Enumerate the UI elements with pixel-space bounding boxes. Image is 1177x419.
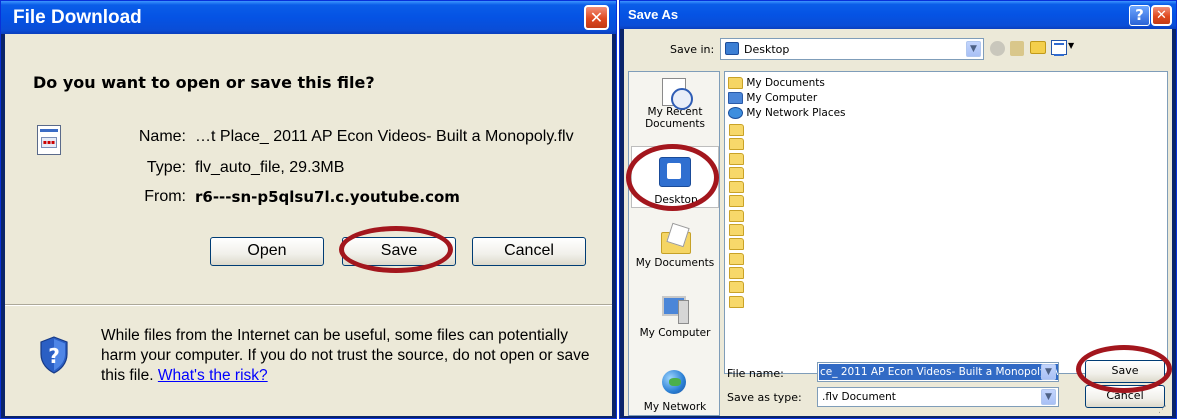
folder-icon[interactable] xyxy=(729,209,744,222)
save-as-type-value: .flv Document xyxy=(822,391,896,403)
folder-icon[interactable] xyxy=(729,138,744,151)
folder-icon[interactable] xyxy=(729,281,744,294)
folder-icon[interactable] xyxy=(729,181,744,194)
new-folder-icon[interactable] xyxy=(1030,41,1046,54)
place-label: My Documents xyxy=(635,257,715,269)
list-item[interactable]: My Documents xyxy=(728,77,825,91)
places-bar: My Recent Documents Desktop My Documents xyxy=(628,71,720,416)
resize-grip-icon[interactable]: ⋰ xyxy=(1158,405,1167,415)
my-documents-icon xyxy=(728,77,743,89)
list-item-label: My Documents xyxy=(746,77,825,89)
folder-icon[interactable] xyxy=(729,124,744,136)
help-icon[interactable]: ? xyxy=(1129,5,1150,26)
save-as-save-button[interactable]: Save xyxy=(1085,360,1165,383)
file-name-label: File name: xyxy=(727,367,784,380)
my-network-icon xyxy=(660,368,690,398)
list-item[interactable]: My Network Places xyxy=(728,107,846,121)
save-as-title: Save As xyxy=(628,7,679,22)
place-label: My Recent Documents xyxy=(645,106,705,130)
type-label: Type: xyxy=(146,159,186,176)
save-as-body: Save in: Desktop ▼ ▼ My Recent Documents xyxy=(624,29,1172,416)
desktop-place-icon xyxy=(659,157,691,187)
back-icon[interactable] xyxy=(990,41,1005,56)
file-download-titlebar[interactable]: File Download ✕ xyxy=(1,1,616,34)
file-list[interactable]: My Documents My Computer My Network Plac… xyxy=(724,71,1168,374)
up-folder-icon[interactable] xyxy=(1010,41,1024,56)
views-menu-icon[interactable] xyxy=(1051,40,1067,56)
recent-documents-icon xyxy=(659,76,693,110)
chevron-down-icon[interactable]: ▼ xyxy=(966,41,981,57)
close-icon[interactable]: ✕ xyxy=(1151,5,1172,26)
save-button[interactable]: Save xyxy=(342,237,456,266)
source-url-value: r6---sn-p5qlsu7l.c.youtube.com xyxy=(195,188,460,206)
folder-icon[interactable] xyxy=(729,224,744,237)
file-name-value: …t Place_ 2011 AP Econ Videos- Built a M… xyxy=(195,128,574,145)
list-item-label: My Network Places xyxy=(746,107,846,119)
my-computer-icon xyxy=(728,92,743,104)
my-documents-icon xyxy=(660,222,691,254)
download-question: Do you want to open or save this file? xyxy=(33,73,375,92)
from-label: From: xyxy=(144,188,186,205)
save-as-titlebar[interactable]: Save As ? ✕ xyxy=(620,1,1176,29)
folder-icon[interactable] xyxy=(729,152,744,165)
folder-icon[interactable] xyxy=(729,238,744,251)
place-my-network[interactable]: My Network xyxy=(631,368,719,413)
place-label: My Network xyxy=(643,401,707,413)
folder-icon[interactable] xyxy=(729,295,744,308)
file-type-icon: ▪▪▪ xyxy=(37,125,61,155)
cancel-button[interactable]: Cancel xyxy=(472,237,586,266)
file-download-dialog: File Download ✕ Do you want to open or s… xyxy=(0,0,617,419)
desktop-icon xyxy=(725,42,739,55)
my-computer-icon xyxy=(660,294,690,324)
separator-highlight xyxy=(5,305,612,306)
open-button[interactable]: Open xyxy=(210,237,324,266)
place-my-computer[interactable]: My Computer xyxy=(631,294,719,339)
place-my-recent-documents[interactable]: My Recent Documents xyxy=(631,76,719,130)
place-desktop[interactable]: Desktop xyxy=(631,146,719,208)
security-warning: While files from the Internet can be use… xyxy=(101,326,601,386)
svg-text:?: ? xyxy=(48,344,60,368)
chevron-down-icon[interactable]: ▼ xyxy=(1041,389,1056,405)
place-label: Desktop xyxy=(654,194,698,206)
close-icon[interactable]: ✕ xyxy=(584,5,609,30)
folder-icon[interactable] xyxy=(729,266,744,279)
name-label: Name: xyxy=(138,128,186,145)
folder-column xyxy=(729,124,745,310)
whats-the-risk-link[interactable]: What's the risk? xyxy=(158,367,268,384)
list-item-label: My Computer xyxy=(746,92,818,104)
file-type-value: flv_auto_file, 29.3MB xyxy=(195,159,345,176)
my-network-places-icon xyxy=(728,107,743,119)
list-item[interactable]: My Computer xyxy=(728,92,817,106)
file-name-input[interactable]: ce_ 2011 AP Econ Videos- Built a Monopol… xyxy=(819,364,1058,380)
file-download-body: Do you want to open or save this file? ▪… xyxy=(5,34,612,416)
folder-icon[interactable] xyxy=(729,166,744,179)
save-in-value: Desktop xyxy=(744,43,790,56)
folder-icon[interactable] xyxy=(729,195,744,208)
save-in-combo[interactable]: Desktop ▼ xyxy=(720,38,984,60)
shield-question-icon: ? xyxy=(39,336,69,374)
views-dropdown-icon[interactable]: ▼ xyxy=(1068,41,1074,50)
place-label: My Computer xyxy=(639,327,711,339)
place-my-documents[interactable]: My Documents xyxy=(631,222,719,269)
chevron-down-icon[interactable]: ▼ xyxy=(1041,364,1056,380)
file-download-title: File Download xyxy=(13,7,142,28)
save-in-label: Save in: xyxy=(670,43,715,56)
file-name-combo[interactable]: ce_ 2011 AP Econ Videos- Built a Monopol… xyxy=(817,362,1059,382)
folder-icon[interactable] xyxy=(729,252,744,265)
save-as-type-label: Save as type: xyxy=(727,391,802,404)
save-as-dialog: Save As ? ✕ Save in: Desktop ▼ ▼ My Rece xyxy=(619,0,1177,419)
save-as-type-combo[interactable]: .flv Document ▼ xyxy=(817,387,1059,407)
save-as-cancel-button[interactable]: Cancel xyxy=(1085,385,1165,408)
